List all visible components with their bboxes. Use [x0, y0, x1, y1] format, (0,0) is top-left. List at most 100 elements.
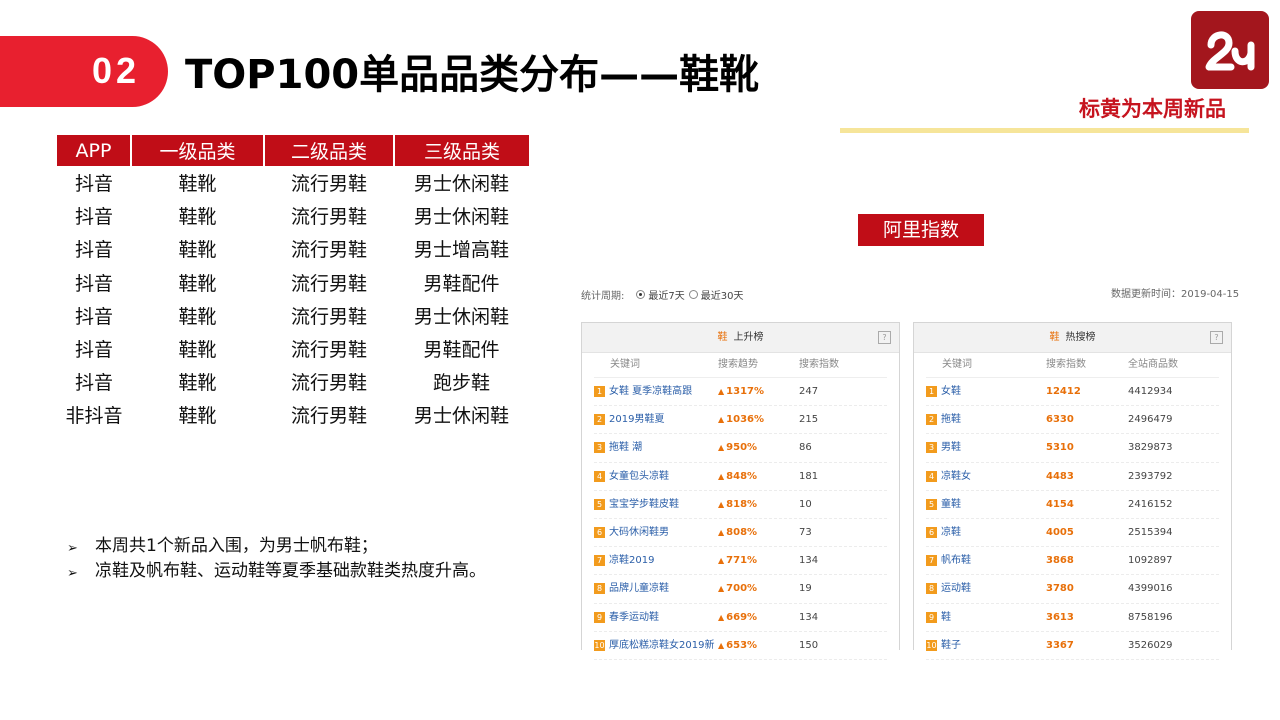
trend-value: 653% [726, 639, 758, 651]
total-items-value: 8758196 [1128, 611, 1173, 623]
search-index-value: 4483 [1046, 470, 1074, 482]
help-icon[interactable]: ? [1210, 331, 1223, 344]
keyword-link[interactable]: 2019男鞋夏 [609, 414, 664, 425]
keyword-cell: 8 运动鞋 [926, 575, 1046, 602]
keyword-link[interactable]: 女鞋 [941, 386, 961, 397]
rank-badge: 8 [926, 583, 937, 595]
keyword-cell: 1 女鞋 [926, 378, 1046, 405]
panel-title: 热搜榜 [1065, 332, 1096, 343]
keyword-link[interactable]: 拖鞋 [941, 414, 961, 425]
search-index-value: 3868 [1046, 555, 1074, 567]
table-cell: 男士休闲鞋 [413, 206, 509, 229]
keyword-link[interactable]: 男鞋 [941, 442, 961, 453]
table-cell: 抖音 [74, 372, 113, 395]
bullet-text: 凉鞋及帆布鞋、运动鞋等夏季基础款鞋类热度升高。 [95, 561, 486, 581]
keyword-link[interactable]: 宝宝学步鞋皮鞋 [609, 499, 679, 510]
list-item: ➢ 本周共1个新品入围，为男士帆布鞋； [67, 535, 486, 560]
rank-badge: 5 [926, 498, 937, 510]
keyword-cell: 4 凉鞋女 [926, 463, 1046, 490]
column-header: 搜索趋势 [718, 359, 758, 370]
index-value: 86 [799, 442, 812, 454]
table-cell: 鞋靴 [178, 173, 217, 196]
index-value: 247 [799, 386, 819, 397]
keyword-link[interactable]: 大码休闲鞋男 [609, 527, 669, 538]
keyword-link[interactable]: 女童包头凉鞋 [609, 471, 669, 482]
trend-value: 950% [726, 442, 758, 454]
update-time: 数据更新时间：2019-04-15 [1111, 289, 1240, 300]
period-selector: 统计周期: 最近7天 最近30天 [581, 287, 743, 302]
rising-panel: 鞋上升榜 ? 关键词 搜索趋势 搜索指数 1 女鞋 夏季凉鞋高跟 ▲ 1317% 247… [581, 322, 900, 660]
column-header: 一级品类 [130, 135, 264, 166]
hot-row: 2 拖鞋 6330 2496479 [926, 406, 1219, 435]
search-index-value: 4154 [1046, 498, 1074, 510]
column-header: APP [57, 135, 131, 166]
section-tab [0, 36, 168, 107]
keyword-cell: 7 帆布鞋 [926, 547, 1046, 574]
rank-badge: 6 [926, 526, 937, 538]
trend-cell: ▲ 950% [718, 434, 799, 461]
search-index-value: 4005 [1046, 526, 1074, 538]
hot-row: 5 童鞋 4154 2416152 [926, 491, 1219, 519]
rising-row: 2 2019男鞋夏 ▲ 1036% 215 [594, 406, 887, 435]
table-row: 抖音 鞋靴 流行男鞋 男鞋配件 [57, 266, 529, 299]
option-30-days-label[interactable]: 最近30天 [701, 287, 744, 302]
rank-badge: 4 [926, 470, 937, 482]
search-index-value: 12412 [1046, 386, 1081, 397]
new-item-note: 标黄为本周新品 [1079, 97, 1226, 121]
keyword-link[interactable]: 凉鞋女 [941, 471, 971, 482]
keyword-link[interactable]: 鞋 [941, 612, 951, 623]
rank-badge: 6 [594, 526, 605, 538]
rank-badge: 10 [926, 639, 937, 651]
table-cell: 鞋靴 [178, 305, 217, 328]
radio-30-days[interactable] [688, 290, 698, 299]
panel-tag: 鞋 [717, 332, 728, 343]
keyword-link[interactable]: 拖鞋 潮 [609, 442, 642, 453]
column-header: 二级品类 [263, 135, 394, 166]
rising-row: 8 品牌儿童凉鞋 ▲ 700% 19 [594, 575, 887, 604]
up-arrow-icon: ▲ [718, 556, 725, 566]
search-index-value: 5310 [1046, 442, 1074, 454]
keyword-link[interactable]: 帆布鞋 [941, 555, 971, 566]
hot-row: 7 帆布鞋 3868 1092897 [926, 547, 1219, 576]
rank-badge: 8 [594, 583, 605, 595]
table-cell: 流行男鞋 [290, 173, 367, 196]
index-value: 19 [799, 583, 812, 595]
category-table: APP 一级品类 二级品类 三级品类 抖音 鞋靴 流行男鞋 男士休闲鞋 抖音 鞋靴 流行男鞋… [57, 135, 529, 432]
trend-value: 669% [726, 611, 758, 623]
table-row: 抖音 鞋靴 流行男鞋 跑步鞋 [57, 365, 529, 398]
total-items-value: 3829873 [1128, 442, 1173, 454]
keyword-link[interactable]: 女鞋 夏季凉鞋高跟 [609, 386, 692, 397]
column-header: 全站商品数 [1128, 359, 1178, 370]
trend-value: 771% [726, 555, 758, 567]
keyword-link[interactable]: 鞋子 [941, 640, 961, 651]
up-arrow-icon: ▲ [718, 415, 725, 425]
trend-cell: ▲ 808% [718, 519, 799, 546]
radio-7-days[interactable] [636, 290, 646, 299]
keyword-cell: 3 男鞋 [926, 434, 1046, 461]
table-cell: 男鞋配件 [423, 339, 500, 362]
keyword-link[interactable]: 厚底松糕凉鞋女2019新 [609, 640, 714, 651]
help-icon[interactable]: ? [878, 331, 891, 344]
rank-badge: 10 [594, 639, 605, 651]
option-7-days-label[interactable]: 最近7天 [648, 287, 684, 302]
keyword-link[interactable]: 品牌儿童凉鞋 [609, 583, 669, 594]
trend-cell: ▲ 700% [718, 575, 799, 602]
total-items-value: 2393792 [1128, 470, 1173, 482]
keyword-cell: 7 凉鞋2019 [594, 547, 718, 574]
table-cell: 男士休闲鞋 [413, 405, 509, 428]
search-index-value: 6330 [1046, 414, 1074, 426]
rising-row: 7 凉鞋2019 ▲ 771% 134 [594, 547, 887, 576]
up-arrow-icon: ▲ [718, 499, 725, 509]
rank-badge: 5 [594, 498, 605, 510]
up-arrow-icon: ▲ [718, 527, 725, 537]
trend-cell: ▲ 1317% [718, 378, 799, 405]
rank-badge: 7 [926, 555, 937, 567]
keyword-link[interactable]: 凉鞋 [941, 527, 961, 538]
index-value: 134 [799, 555, 819, 567]
keyword-link[interactable]: 童鞋 [941, 499, 961, 510]
keyword-link[interactable]: 运动鞋 [941, 583, 971, 594]
keyword-link[interactable]: 凉鞋2019 [609, 555, 654, 566]
keyword-link[interactable]: 春季运动鞋 [609, 612, 659, 623]
table-cell: 鞋靴 [178, 272, 217, 295]
trend-cell: ▲ 1036% [718, 406, 799, 433]
